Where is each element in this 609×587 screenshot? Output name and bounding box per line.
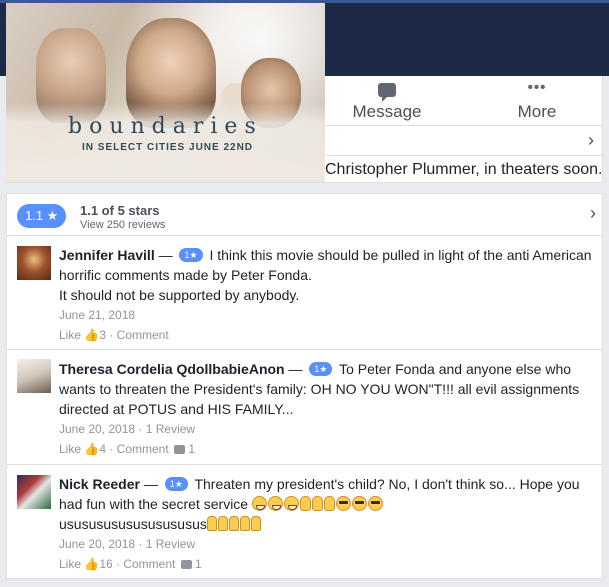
review-date[interactable]: June 21, 2018 <box>59 307 592 323</box>
review-actions: Like 👍3 · Comment <box>59 328 169 342</box>
reviewer-name[interactable]: Nick Reeder <box>59 476 140 492</box>
more-button[interactable]: ••• More <box>477 76 597 126</box>
poster-subtitle: IN SELECT CITIES JUNE 22ND <box>82 142 254 153</box>
rating-badge: 1★ <box>164 477 188 491</box>
like-link[interactable]: Like <box>59 557 81 571</box>
rating-badge: 1.1 ★ <box>17 204 67 228</box>
reviews-card: 1.1 ★ 1.1 of 5 stars View 250 reviews › … <box>6 193 603 579</box>
comment-link[interactable]: Comment <box>117 328 169 342</box>
reviewer-name[interactable]: Theresa Cordelia QdollbabieAnon <box>59 361 285 377</box>
poster-title: boundaries <box>68 114 263 139</box>
like-count: 16 <box>99 557 113 571</box>
thumbs-up-icon: 👍 <box>84 328 100 342</box>
review-body: Jennifer Havill — 1★ I think this movie … <box>59 247 592 342</box>
more-label: More <box>517 102 557 121</box>
avatar[interactable] <box>17 246 51 280</box>
review-text: It should not be supported by anybody. <box>59 287 300 303</box>
avatar[interactable] <box>17 475 51 509</box>
rating-summary-title: 1.1 of 5 stars <box>80 203 160 218</box>
comment-count: 1 <box>195 557 202 571</box>
review-item: Theresa Cordelia QdollbabieAnon — 1★ To … <box>7 351 602 465</box>
chevron-right-icon[interactable]: › <box>590 203 596 224</box>
sunglasses-emoji-icon <box>368 496 383 511</box>
rating-badge: 1★ <box>179 248 203 262</box>
thumbs-up-icon: 👍 <box>84 442 100 456</box>
review-text: usususususususususus <box>59 516 207 532</box>
comment-icon <box>174 445 186 454</box>
review-body: Theresa Cordelia QdollbabieAnon — 1★ To … <box>59 359 592 458</box>
middle-finger-emoji-icon <box>206 516 217 531</box>
grinning-sweat-emoji-icon <box>284 496 299 511</box>
middle-finger-emoji-icon <box>250 516 261 531</box>
avatar[interactable] <box>17 359 51 393</box>
reviewer-name[interactable]: Jennifer Havill <box>59 247 155 263</box>
about-snippet: Christopher Plummer, in theaters soon. <box>325 161 603 178</box>
message-button[interactable]: Message <box>327 76 447 126</box>
message-label: Message <box>352 102 422 121</box>
ok-hand-emoji-icon <box>312 496 323 511</box>
ok-hand-emoji-icon <box>324 496 335 511</box>
middle-finger-emoji-icon <box>228 516 239 531</box>
like-link[interactable]: Like <box>59 328 81 342</box>
review-actions: Like 👍16 · Comment 1 <box>59 557 202 571</box>
view-reviews-link[interactable]: View 250 reviews <box>80 219 165 231</box>
middle-finger-emoji-icon <box>239 516 250 531</box>
thumbs-up-icon: 👍 <box>84 557 100 571</box>
comment-link[interactable]: Comment <box>117 442 169 456</box>
like-count: 3 <box>99 328 106 342</box>
review-date[interactable]: June 20, 2018 · 1 Review <box>59 536 592 552</box>
movie-poster-image[interactable]: boundaries IN SELECT CITIES JUNE 22ND <box>6 3 325 182</box>
review-item: Jennifer Havill — 1★ I think this movie … <box>7 237 602 350</box>
review-item: Nick Reeder — 1★ Threaten my president's… <box>7 466 602 578</box>
chevron-right-icon[interactable]: › <box>588 130 594 151</box>
comment-count: 1 <box>188 442 196 456</box>
review-actions: Like 👍4 · Comment 1 <box>59 442 196 456</box>
message-icon <box>327 80 447 102</box>
comment-link[interactable]: Comment <box>123 557 175 571</box>
ok-hand-emoji-icon <box>300 496 311 511</box>
sunglasses-emoji-icon <box>352 496 367 511</box>
review-date[interactable]: June 20, 2018 · 1 Review <box>59 421 592 437</box>
comment-icon <box>180 560 192 569</box>
middle-finger-emoji-icon <box>217 516 228 531</box>
sunglasses-emoji-icon <box>336 496 351 511</box>
rating-summary[interactable]: 1.1 ★ 1.1 of 5 stars View 250 reviews › <box>7 194 602 236</box>
more-dots-icon: ••• <box>527 79 547 96</box>
review-body: Nick Reeder — 1★ Threaten my president's… <box>59 474 592 573</box>
rating-badge: 1★ <box>309 362 333 376</box>
like-count: 4 <box>99 442 106 456</box>
like-link[interactable]: Like <box>59 442 81 456</box>
grinning-sweat-emoji-icon <box>252 496 267 511</box>
grinning-sweat-emoji-icon <box>268 496 283 511</box>
